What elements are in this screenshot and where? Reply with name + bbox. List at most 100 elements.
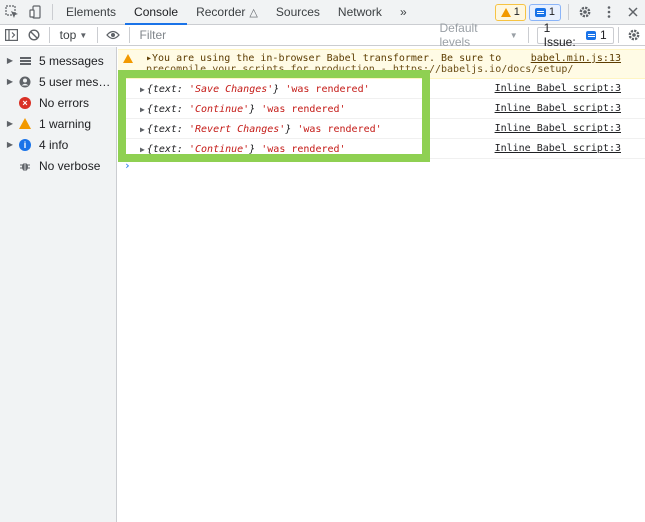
log-message: 'was rendered' <box>255 104 346 115</box>
log-source-link[interactable]: Inline Babel script:3 <box>495 143 621 154</box>
sidebar-item-label: 5 messages <box>39 53 104 68</box>
filter-input[interactable]: Filter <box>134 25 434 46</box>
issues-count: 1 <box>600 28 607 42</box>
issue-count: 1 <box>548 6 555 18</box>
more-tabs-button[interactable]: » <box>391 0 416 24</box>
live-expression-eye-icon[interactable] <box>102 23 124 47</box>
tab-recorder[interactable]: Recorder △ <box>187 0 267 24</box>
log-key: {text: <box>146 124 189 135</box>
log-source-link[interactable]: Inline Babel script:3 <box>495 123 621 134</box>
tab-label: Elements <box>66 5 117 19</box>
issue-icon <box>586 30 597 40</box>
log-value: 'Continue' <box>188 104 250 115</box>
warning-icon <box>123 54 133 66</box>
expand-arrow-icon: ▶ <box>140 105 145 114</box>
divider <box>617 27 619 43</box>
console-log-row[interactable]: ▶ {text: 'Save Changes'} 'was rendered' I… <box>118 79 645 99</box>
divider <box>568 4 569 20</box>
dropdown-arrow-icon: ▼ <box>79 30 88 40</box>
tab-elements[interactable]: Elements <box>57 0 125 24</box>
warning-icon <box>500 7 511 17</box>
console-sidebar: ▶ 5 messages ▶ 5 user mes… × No errors ▶… <box>0 47 117 522</box>
log-source-link[interactable]: Inline Babel script:3 <box>495 83 621 94</box>
log-value: 'Save Changes' <box>188 84 274 95</box>
warning-text-line1: ▸You are using the in-browser Babel tran… <box>146 53 502 64</box>
divider <box>128 27 130 43</box>
tab-sources[interactable]: Sources <box>267 0 329 24</box>
sidebar-item-warnings[interactable]: ▶ 1 warning <box>0 113 116 134</box>
tab-label: Network <box>337 5 382 19</box>
warning-text-line2: precompile your scripts for production -… <box>146 64 574 75</box>
more-tabs-label: » <box>399 5 407 19</box>
sidebar-item-label: 5 user mes… <box>39 74 111 89</box>
expand-arrow-icon: ▶ <box>6 56 14 65</box>
log-object[interactable]: ▶ {text: 'Save Changes'} 'was rendered' <box>140 84 370 95</box>
console-log-row[interactable]: ▶ {text: 'Continue'} 'was rendered' Inlin… <box>118 139 645 159</box>
log-message: 'was rendered' <box>279 84 370 95</box>
issues-label: 1 Issue: <box>543 21 576 49</box>
error-icon: × <box>17 96 33 110</box>
info-icon: i <box>17 138 33 152</box>
console-toolbar: top ▼ Filter Default levels ▼ 1 Issue: 1 <box>0 21 645 49</box>
log-source-link[interactable]: Inline Babel script:3 <box>495 103 621 114</box>
context-selector[interactable]: top ▼ <box>54 25 94 46</box>
log-object[interactable]: ▶ {text: 'Continue'} 'was rendered' <box>140 104 346 115</box>
log-levels-dropdown[interactable]: Default levels ▼ <box>434 21 524 49</box>
log-message: 'was rendered' <box>291 124 382 135</box>
expand-arrow-icon: ▶ <box>6 119 14 128</box>
divider <box>97 27 99 43</box>
console-settings-gear-icon[interactable] <box>623 23 645 47</box>
user-icon <box>17 75 33 89</box>
divider <box>527 27 529 43</box>
log-key: {text: <box>146 84 189 95</box>
expand-arrow-icon: ▶ <box>140 125 145 134</box>
inspect-element-icon[interactable] <box>0 0 24 24</box>
issues-badge[interactable]: 1 <box>528 3 561 21</box>
clear-console-icon[interactable] <box>22 23 44 47</box>
sidebar-item-errors[interactable]: × No errors <box>0 92 116 113</box>
list-icon <box>17 54 33 68</box>
console-prompt[interactable]: › <box>124 159 131 172</box>
expand-arrow-icon: ▶ <box>140 85 145 94</box>
tab-label: Sources <box>275 5 320 19</box>
sidebar-item-info[interactable]: ▶ i 4 info <box>0 134 116 155</box>
console-messages: ▸You are using the in-browser Babel tran… <box>118 47 645 522</box>
divider <box>48 27 50 43</box>
console-log-row[interactable]: ▶ {text: 'Revert Changes'} 'was rendered'… <box>118 119 645 139</box>
console-warning-message[interactable]: ▸You are using the in-browser Babel tran… <box>118 49 645 79</box>
sidebar-item-label: No verbose <box>39 158 101 173</box>
device-toolbar-icon[interactable] <box>24 0 48 24</box>
divider <box>52 4 53 20</box>
flask-icon: △ <box>249 6 258 19</box>
levels-label: Default levels <box>439 21 478 49</box>
console-log-row[interactable]: ▶ {text: 'Continue'} 'was rendered' Inlin… <box>118 99 645 119</box>
dropdown-arrow-icon: ▼ <box>509 30 518 40</box>
log-object[interactable]: ▶ {text: 'Revert Changes'} 'was rendered' <box>140 124 382 135</box>
close-icon[interactable] <box>621 0 645 24</box>
show-sidebar-icon[interactable] <box>0 23 22 47</box>
warnings-badge[interactable]: 1 <box>494 3 526 21</box>
log-value: 'Continue' <box>188 144 250 155</box>
tab-console[interactable]: Console <box>125 0 188 25</box>
more-options-icon[interactable] <box>597 0 621 24</box>
sidebar-item-label: 1 warning <box>39 116 92 131</box>
sidebar-item-label: 4 info <box>39 137 69 152</box>
warning-source-link[interactable]: babel.min.js:13 <box>531 53 621 64</box>
log-key: {text: <box>146 144 189 155</box>
context-label: top <box>59 28 77 42</box>
expand-arrow-icon: ▶ <box>6 77 14 86</box>
tab-network[interactable]: Network <box>329 0 391 24</box>
log-key: {text: <box>146 104 189 115</box>
sidebar-item-label: No errors <box>39 95 90 110</box>
sidebar-item-verbose[interactable]: No verbose <box>0 155 116 176</box>
bug-icon <box>17 159 33 173</box>
expand-arrow-icon: ▶ <box>140 145 145 154</box>
warning-count: 1 <box>513 6 520 18</box>
log-value: 'Revert Changes' <box>188 124 286 135</box>
log-object[interactable]: ▶ {text: 'Continue'} 'was rendered' <box>140 144 346 155</box>
sidebar-item-messages[interactable]: ▶ 5 messages <box>0 50 116 71</box>
sidebar-item-user-messages[interactable]: ▶ 5 user mes… <box>0 71 116 92</box>
expand-arrow-icon: ▶ <box>6 140 14 149</box>
issue-icon <box>534 7 546 17</box>
issues-button[interactable]: 1 Issue: 1 <box>536 21 614 49</box>
